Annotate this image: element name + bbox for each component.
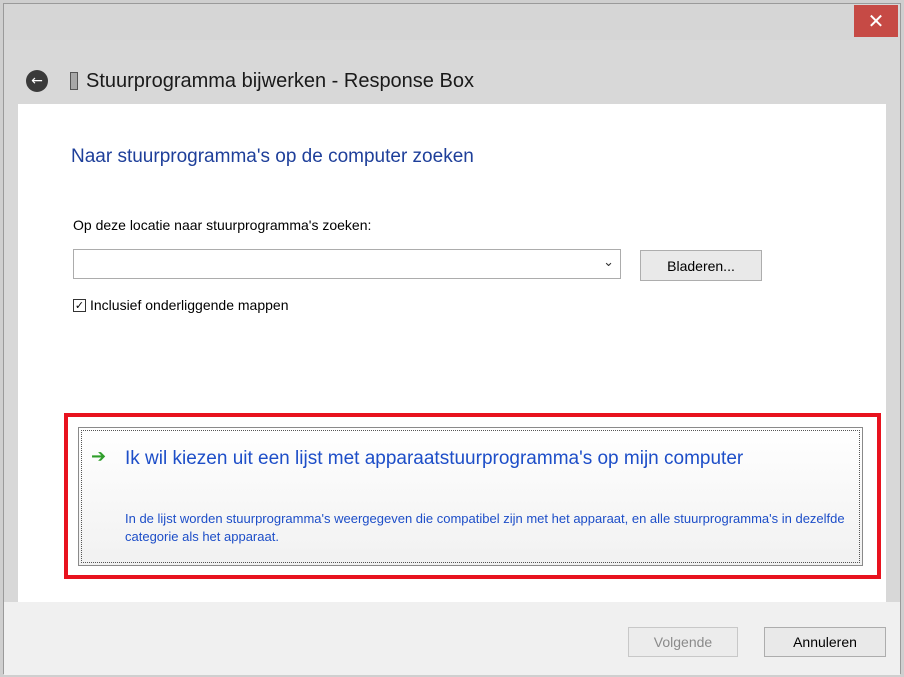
cancel-button[interactable]: Annuleren bbox=[764, 627, 886, 657]
nav-row: ← Stuurprogramma bijwerken - Response Bo… bbox=[4, 58, 900, 98]
browse-button-label: Bladeren... bbox=[667, 257, 735, 274]
pick-from-list-description: In de lijst worden stuurprogramma's weer… bbox=[125, 511, 845, 544]
driver-update-window: ✕ ← Stuurprogramma bijwerken - Response … bbox=[3, 3, 901, 675]
cancel-button-label: Annuleren bbox=[793, 634, 857, 650]
next-button[interactable]: Volgende bbox=[628, 627, 738, 657]
device-icon bbox=[70, 72, 78, 90]
chevron-down-icon[interactable]: ⌄ bbox=[603, 255, 614, 270]
green-arrow-icon: ➔ bbox=[91, 446, 107, 467]
location-label: Op deze locatie naar stuurprogramma's zo… bbox=[73, 217, 372, 233]
pick-from-list-option[interactable]: ➔ Ik wil kiezen uit een lijst met appara… bbox=[78, 427, 863, 566]
back-button[interactable]: ← bbox=[26, 70, 48, 92]
browse-button[interactable]: Bladeren... bbox=[640, 250, 762, 281]
next-button-label: Volgende bbox=[653, 634, 713, 650]
back-arrow-icon: ← bbox=[31, 73, 43, 89]
footer-bar: Volgende Annuleren bbox=[4, 602, 900, 675]
close-icon: ✕ bbox=[867, 9, 885, 33]
include-subfolders-checkbox[interactable]: ✓ bbox=[73, 298, 86, 312]
page-heading: Naar stuurprogramma's op de computer zoe… bbox=[71, 146, 474, 167]
content-panel: Naar stuurprogramma's op de computer zoe… bbox=[18, 104, 886, 602]
include-subfolders-row[interactable]: ✓ Inclusief onderliggende mappen bbox=[73, 297, 288, 313]
location-combobox[interactable]: ⌄ bbox=[73, 249, 621, 279]
pick-from-list-title: Ik wil kiezen uit een lijst met apparaat… bbox=[125, 448, 744, 469]
include-subfolders-label: Inclusief onderliggende mappen bbox=[90, 297, 289, 313]
close-button[interactable]: ✕ bbox=[854, 5, 898, 37]
title-bar: ✕ bbox=[4, 4, 900, 40]
window-title: Stuurprogramma bijwerken - Response Box bbox=[86, 70, 474, 92]
checkmark-icon: ✓ bbox=[74, 298, 85, 312]
